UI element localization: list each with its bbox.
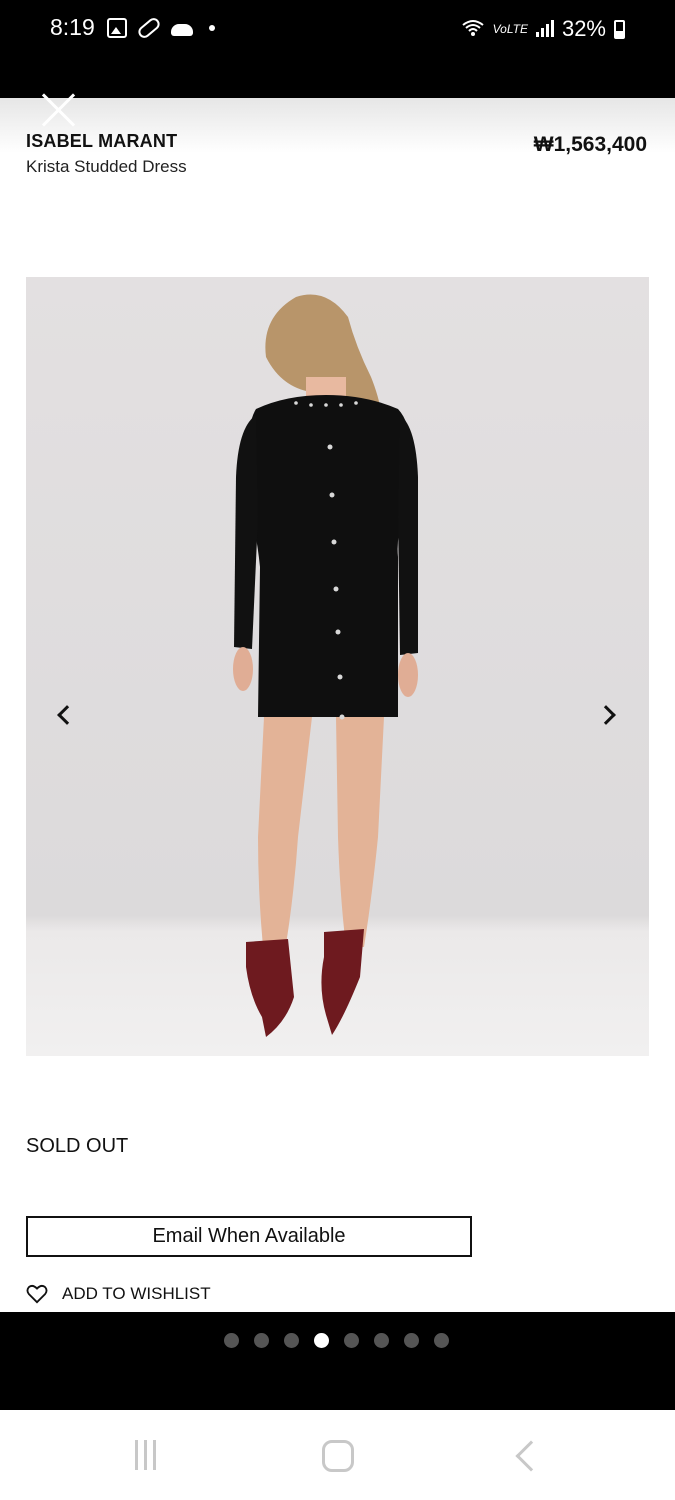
battery-percent: 32% bbox=[561, 16, 606, 41]
gallery-dot[interactable] bbox=[404, 1333, 419, 1348]
recents-icon[interactable] bbox=[135, 1440, 156, 1470]
product-price: ₩1,563,400 bbox=[533, 133, 647, 156]
close-icon[interactable] bbox=[40, 90, 78, 128]
model-photo bbox=[233, 294, 418, 1037]
gallery-dot[interactable] bbox=[434, 1333, 449, 1348]
gallery-pagination-bar bbox=[0, 1312, 675, 1410]
system-nav-bar bbox=[0, 1410, 675, 1500]
add-to-wishlist-button[interactable]: ADD TO WISHLIST bbox=[26, 1284, 211, 1304]
wifi-icon bbox=[461, 19, 485, 40]
home-icon[interactable] bbox=[322, 1440, 354, 1472]
gallery-dot-active[interactable] bbox=[314, 1333, 329, 1348]
notification-dot-icon bbox=[209, 25, 215, 31]
status-notification-icons bbox=[107, 15, 215, 41]
gallery-dot[interactable] bbox=[284, 1333, 299, 1348]
heart-icon bbox=[26, 1284, 48, 1304]
product-name: Krista Studded Dress bbox=[26, 157, 187, 176]
gallery-dot[interactable] bbox=[254, 1333, 269, 1348]
status-bar: 8:19 VoLTE 32% bbox=[0, 0, 675, 98]
back-icon[interactable] bbox=[515, 1440, 547, 1472]
product-image[interactable] bbox=[26, 277, 649, 1056]
wishlist-label: ADD TO WISHLIST bbox=[62, 1284, 211, 1303]
chevron-right-icon[interactable] bbox=[594, 700, 624, 730]
gallery-dot[interactable] bbox=[224, 1333, 239, 1348]
volte-label: VoLTE bbox=[492, 22, 528, 36]
email-when-available-button[interactable]: Email When Available bbox=[26, 1216, 472, 1257]
brand-name: ISABEL MARANT bbox=[26, 131, 178, 151]
pill-icon bbox=[135, 15, 163, 41]
gallery-dots bbox=[224, 1333, 449, 1348]
gallery-dot[interactable] bbox=[344, 1333, 359, 1348]
availability-status: SOLD OUT bbox=[26, 1135, 129, 1157]
chevron-left-icon[interactable] bbox=[48, 700, 78, 730]
gallery-dot[interactable] bbox=[374, 1333, 389, 1348]
signal-icon bbox=[535, 20, 554, 37]
gallery-icon bbox=[107, 18, 127, 38]
cloud-icon bbox=[171, 24, 193, 36]
status-time: 8:19 bbox=[50, 14, 95, 40]
battery-icon bbox=[614, 19, 625, 39]
status-system-icons: VoLTE 32% bbox=[461, 16, 625, 42]
